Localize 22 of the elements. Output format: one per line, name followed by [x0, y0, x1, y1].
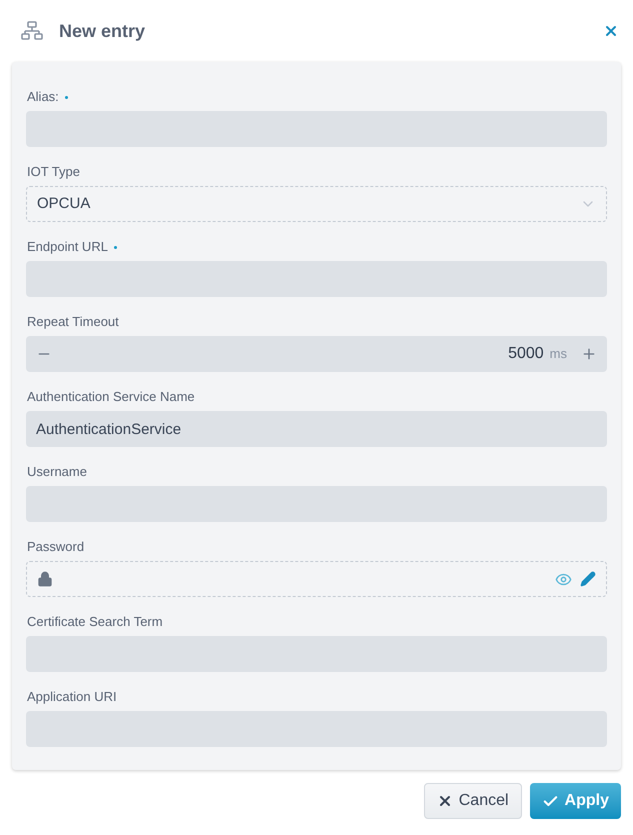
- number-stepper[interactable]: 5000 ms: [26, 336, 607, 372]
- stepper-value: 5000: [508, 344, 544, 364]
- input-field[interactable]: AuthenticationService: [26, 411, 607, 447]
- field-label: Alias:: [27, 87, 68, 107]
- select-field[interactable]: OPCUA: [26, 186, 607, 222]
- field-label: Certificate Search Term: [27, 613, 163, 632]
- field-label: Application URI: [27, 688, 117, 706]
- lock-icon: [37, 571, 53, 587]
- password-field[interactable]: [26, 561, 607, 597]
- dialog-title: New entry: [59, 20, 146, 43]
- field-label: Username: [27, 463, 87, 482]
- close-icon[interactable]: [603, 23, 619, 39]
- unit-label: ms: [550, 345, 567, 364]
- field-label: Endpoint URL: [27, 237, 117, 257]
- pencil-icon[interactable]: [580, 571, 596, 587]
- field-label: Authentication Service Name: [27, 388, 195, 406]
- field-label: Repeat Timeout: [27, 313, 119, 332]
- field-label: Password: [27, 538, 84, 556]
- cancel-button[interactable]: Cancel: [424, 783, 522, 819]
- field-label: IOT Type: [27, 163, 80, 182]
- network-icon: [21, 21, 43, 41]
- plus-icon[interactable]: [581, 346, 597, 362]
